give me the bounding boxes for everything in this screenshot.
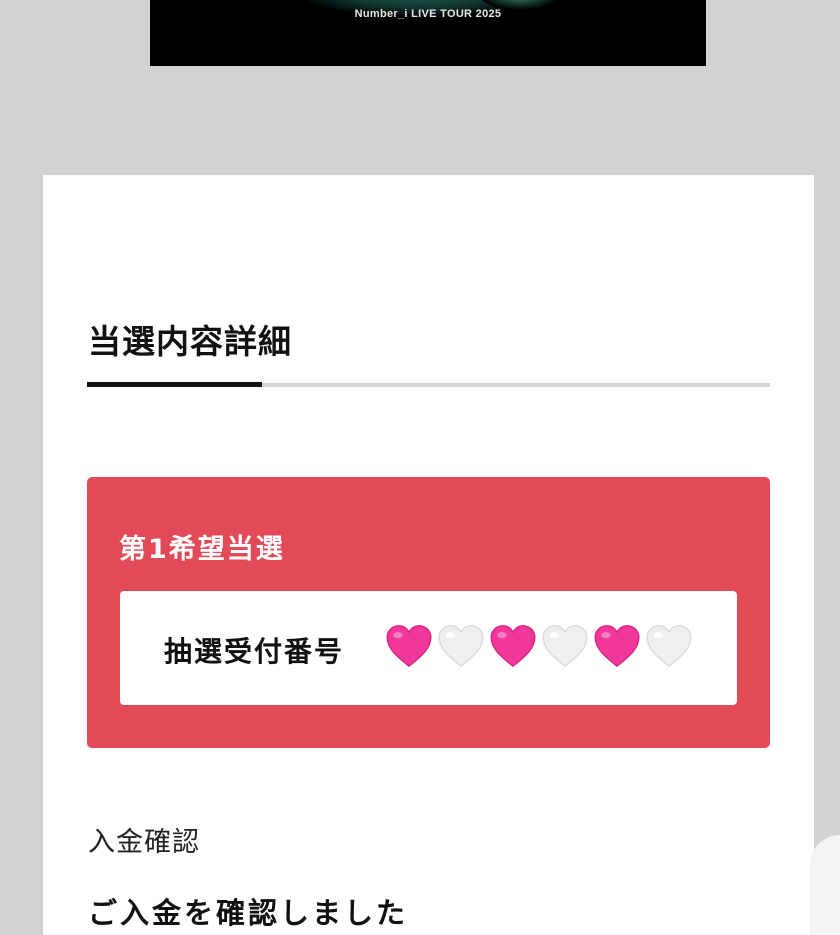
- lottery-details-card: 当選内容詳細 第1希望当選 抽選受付番号 入金確認 ご入金を確認しました: [43, 175, 814, 935]
- title-underline-active: [87, 382, 262, 387]
- result-status-label: 第1希望当選: [119, 534, 285, 565]
- payment-section-label: 入金確認: [88, 827, 200, 858]
- entry-number-label: 抽選受付番号: [164, 635, 345, 668]
- tour-banner: Number_i LIVE TOUR 2025: [150, 0, 706, 66]
- white-heart-icon: [646, 625, 692, 668]
- payment-status-text: ご入金を確認しました: [88, 896, 409, 930]
- pink-heart-icon: [386, 625, 432, 668]
- pink-heart-icon: [490, 625, 536, 668]
- entry-number-panel: 抽選受付番号: [120, 591, 737, 705]
- white-heart-icon: [542, 625, 588, 668]
- winning-result-box: 第1希望当選 抽選受付番号: [87, 477, 770, 748]
- white-heart-icon: [438, 625, 484, 668]
- page-title: 当選内容詳細: [88, 322, 292, 361]
- banner-title: Number_i LIVE TOUR 2025: [354, 8, 502, 20]
- entry-number-value: [384, 621, 694, 671]
- corner-decoration: [810, 835, 840, 935]
- pink-heart-icon: [594, 625, 640, 668]
